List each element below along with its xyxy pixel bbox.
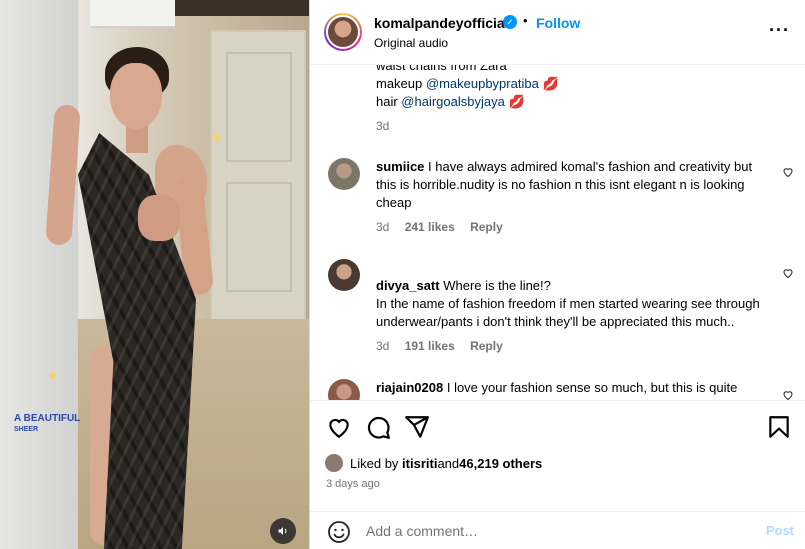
sparkle-icon: ✦ — [210, 130, 224, 147]
figure-hand — [138, 195, 180, 241]
caption-time: 3d — [376, 119, 390, 133]
avatar[interactable] — [328, 379, 360, 400]
comment-body: I love your fashion sense so much, but t… — [446, 380, 738, 395]
comment-username[interactable]: riajain0208 — [376, 380, 443, 395]
liker-avatar[interactable] — [324, 453, 344, 473]
author-avatar[interactable] — [324, 13, 362, 51]
likes-summary: Liked by itisriti and 46,219 others — [324, 453, 542, 473]
emoji-icon — [328, 521, 350, 543]
reply-button[interactable]: Reply — [470, 339, 503, 353]
heart-icon — [783, 269, 793, 279]
reply-button[interactable]: Reply — [470, 220, 503, 234]
background-air-conditioner — [90, 0, 175, 28]
comment-like-button[interactable] — [782, 389, 794, 400]
comment-meta: 3d 241 likes Reply — [376, 220, 515, 234]
comment-input[interactable]: Add a comment… — [366, 523, 478, 539]
video-overlay-text: A BEAUTIFUL SHEER — [14, 413, 80, 435]
comment-username[interactable]: sumiice — [376, 159, 424, 174]
comment-meta: 3d 191 likes Reply — [376, 339, 515, 353]
comment-text: divya_satt Where is the line!? In the na… — [376, 259, 766, 331]
avatar[interactable] — [328, 259, 360, 291]
likes-prefix: Liked by — [350, 455, 399, 471]
comment-likes[interactable]: 191 likes — [405, 339, 455, 353]
comment-text: riajain0208 I love your fashion sense so… — [376, 379, 766, 397]
bookmark-icon — [769, 416, 789, 438]
heart-icon — [783, 168, 793, 178]
comment-icon — [367, 416, 390, 439]
comment-likes[interactable]: 241 likes — [405, 220, 455, 234]
lips-emoji: 💋 — [508, 94, 525, 109]
volume-icon — [278, 527, 287, 535]
save-button[interactable] — [766, 414, 792, 440]
post-details-panel: komalpandeyofficial ✓ • Follow Original … — [309, 0, 805, 549]
post-actions — [310, 400, 805, 450]
likes-count[interactable]: 46,219 others — [459, 456, 542, 471]
add-comment-bar: Add a comment… Post — [310, 511, 805, 549]
like-button[interactable] — [326, 414, 352, 440]
share-button[interactable] — [404, 414, 430, 440]
model-figure — [45, 45, 225, 549]
post-video[interactable]: ✦ ✦ A BEAUTIFUL SHEER — [0, 0, 309, 549]
caption-line: waist chains from Zara — [376, 65, 507, 73]
follow-button[interactable]: Follow — [536, 15, 580, 31]
separator-dot: • — [523, 13, 528, 28]
volume-button[interactable] — [270, 518, 296, 544]
door-panel — [226, 182, 292, 292]
comments-list[interactable]: waist chains from Zara makeup @makeupbyp… — [310, 65, 805, 400]
verified-icon: ✓ — [503, 15, 517, 29]
instagram-post-modal: ✦ ✦ A BEAUTIFUL SHEER komalpandeyofficia… — [0, 0, 805, 549]
comment-text: sumiice I have always admired komal's fa… — [376, 158, 766, 212]
comment-time: 3d — [376, 339, 390, 353]
likes-middle: and — [437, 455, 460, 471]
heart-icon — [329, 418, 349, 439]
comment-like-button[interactable] — [782, 267, 794, 282]
comment-body: I have always admired komal's fashion an… — [376, 159, 753, 210]
comment-username[interactable]: divya_satt — [376, 278, 440, 293]
overlay-title: A BEAUTIFUL — [14, 413, 81, 424]
sparkle-icon: ✦ — [46, 368, 60, 385]
mention-link[interactable]: @makeupbypratiba — [426, 76, 539, 91]
post-header: komalpandeyofficial ✓ • Follow Original … — [310, 0, 805, 65]
overlay-subtitle: SHEER — [14, 426, 39, 433]
avatar[interactable] — [328, 158, 360, 190]
caption-line: makeup @makeupbypratiba 💋 — [376, 76, 559, 91]
heart-icon — [783, 391, 793, 400]
caption-line: hair @hairgoalsbyjaya 💋 — [376, 94, 525, 109]
share-icon — [405, 416, 429, 438]
post-comment-button[interactable]: Post — [766, 523, 794, 538]
figure-head — [110, 63, 162, 129]
comment-time: 3d — [376, 220, 390, 234]
figure-arm — [45, 104, 81, 246]
background-ceiling — [170, 0, 309, 16]
lips-emoji: 💋 — [542, 76, 559, 91]
emoji-button[interactable] — [327, 520, 351, 544]
door-panel — [226, 52, 292, 162]
mention-link[interactable]: @hairgoalsbyjaya — [401, 94, 505, 109]
audio-label[interactable]: Original audio — [374, 36, 448, 50]
liker-username[interactable]: itisriti — [402, 456, 437, 471]
post-date[interactable]: 3 days ago — [326, 478, 380, 490]
author-username[interactable]: komalpandeyofficial — [374, 15, 509, 31]
more-icon[interactable]: ··· — [769, 20, 790, 41]
comment-like-button[interactable] — [782, 166, 794, 181]
comment-button[interactable] — [365, 414, 391, 440]
